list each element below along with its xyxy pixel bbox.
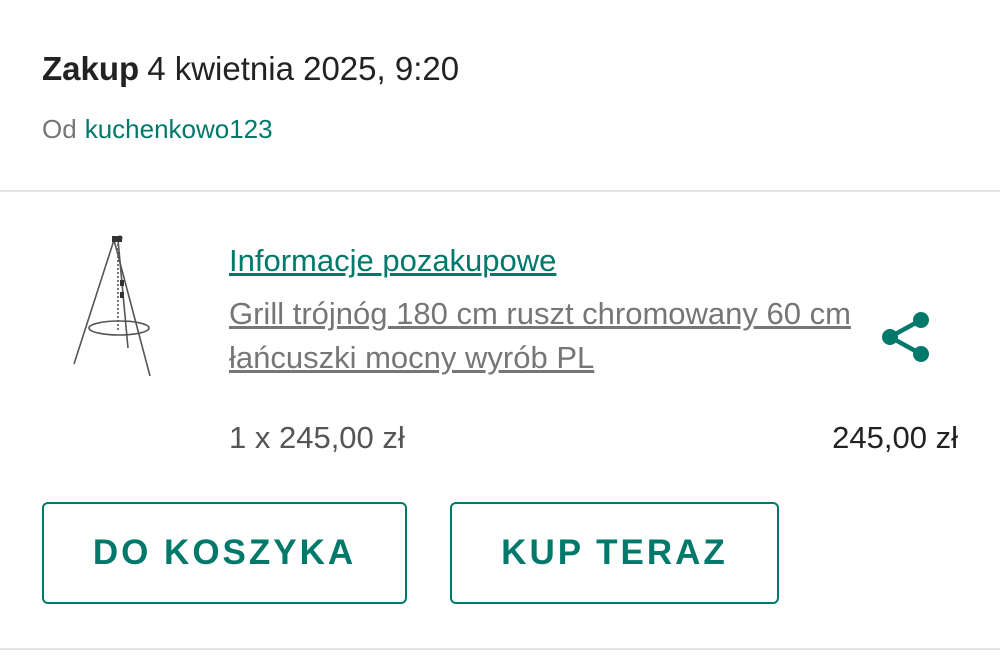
purchase-title-line: Zakup 4 kwietnia 2025, 9:20 — [42, 50, 459, 88]
share-icon[interactable] — [880, 310, 932, 364]
seller-link[interactable]: kuchenkowo123 — [85, 114, 273, 144]
tripod-grill-image[interactable] — [62, 232, 166, 380]
post-purchase-info-link[interactable]: Informacje pozakupowe — [229, 243, 556, 279]
divider — [0, 190, 1000, 192]
product-name-link[interactable]: Grill trójnóg 180 cm ruszt chromowany 60… — [229, 292, 859, 380]
purchase-date: 4 kwietnia 2025, 9:20 — [147, 50, 460, 87]
total-price: 245,00 zł — [832, 420, 958, 455]
quantity-price: 1 x 245,00 zł — [229, 420, 405, 455]
purchase-title: Zakup — [42, 50, 140, 87]
divider — [0, 648, 1000, 650]
buy-now-button[interactable]: KUP TERAZ — [450, 502, 779, 604]
seller-line: Od kuchenkowo123 — [42, 114, 273, 145]
seller-prefix: Od — [42, 114, 77, 144]
purchase-details-page: Zakup 4 kwietnia 2025, 9:20 Od kuchenkowo1… — [0, 0, 1000, 656]
purchase-header: Zakup 4 kwietnia 2025, 9:20 — [42, 50, 459, 88]
add-to-cart-button[interactable]: DO KOSZYKA — [42, 502, 407, 604]
